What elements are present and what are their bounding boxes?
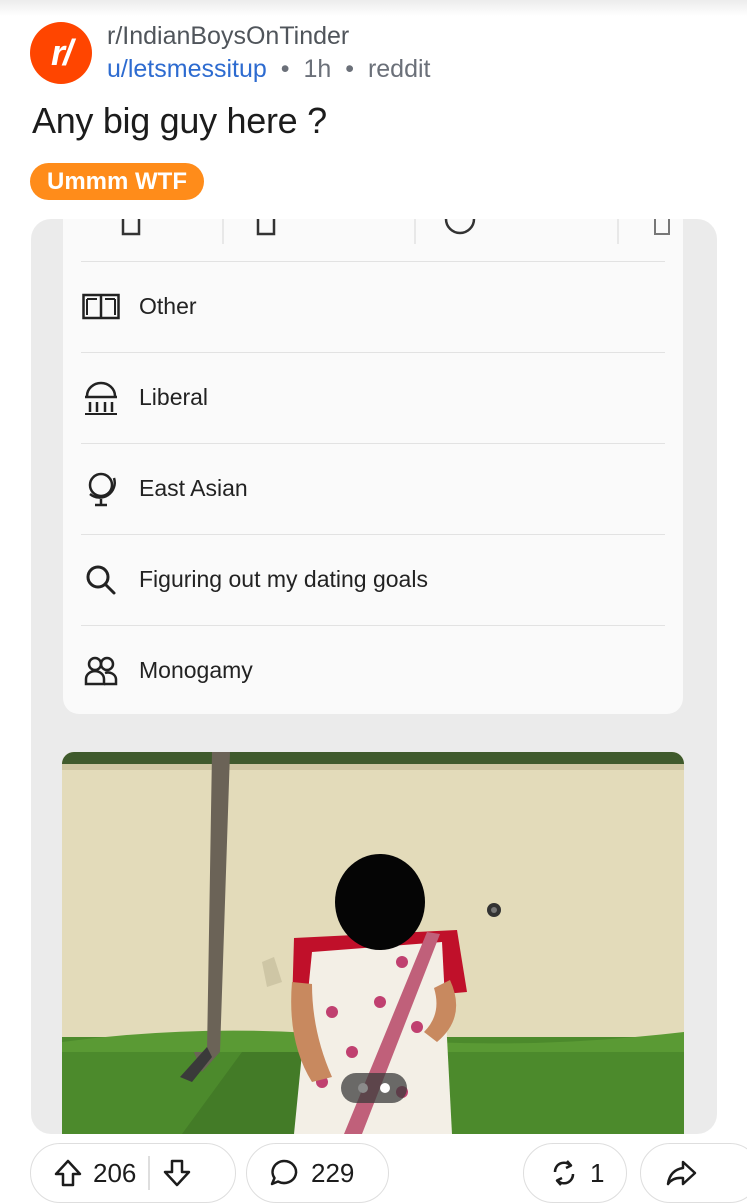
media-card[interactable]: Other Liberal East Asian Figuring out my…	[31, 219, 717, 1134]
repost-button[interactable]: 1	[523, 1143, 627, 1203]
profile-row-label: East Asian	[139, 475, 248, 501]
book-icon	[81, 287, 121, 327]
profile-row-label: Figuring out my dating goals	[139, 566, 428, 592]
share-arrow-icon	[665, 1158, 697, 1188]
government-building-icon	[81, 378, 121, 418]
carousel-dot-2[interactable]	[380, 1083, 390, 1093]
comments-button[interactable]: 229	[246, 1143, 389, 1203]
comment-count: 229	[311, 1157, 355, 1188]
search-icon	[81, 560, 121, 600]
post-meta: u/letsmessitup • 1h • reddit	[107, 55, 431, 84]
people-icon	[81, 651, 121, 691]
repost-count: 1	[590, 1157, 605, 1188]
comment-bubble-icon	[269, 1158, 299, 1188]
profile-row-label: Other	[139, 293, 197, 319]
repost-icon	[550, 1158, 578, 1188]
upvote-icon[interactable]	[53, 1158, 83, 1188]
post-age: 1h	[303, 55, 332, 83]
subreddit-name[interactable]: r/IndianBoysOnTinder	[107, 22, 349, 51]
profile-row-label: Monogamy	[139, 657, 253, 683]
vote-bar: 206	[30, 1143, 236, 1203]
profile-row: Other	[81, 261, 665, 351]
vote-divider	[148, 1156, 150, 1190]
carousel-dot-1[interactable]	[358, 1083, 368, 1093]
tinder-profile-screenshot: Other Liberal East Asian Figuring out my…	[63, 219, 683, 714]
meta-separator: •	[345, 55, 354, 83]
profile-row-label: Liberal	[139, 384, 209, 410]
cut-off-icon-row	[121, 219, 670, 244]
top-shadow	[0, 0, 747, 16]
meta-separator: •	[280, 55, 290, 83]
share-button[interactable]	[640, 1143, 747, 1203]
post-title[interactable]: Any big guy here ?	[32, 100, 327, 142]
profile-row: East Asian	[81, 443, 665, 533]
upvote-count: 206	[93, 1157, 137, 1188]
globe-icon	[81, 469, 121, 509]
post-source: reddit	[367, 55, 431, 83]
profile-row: Monogamy	[81, 625, 665, 715]
carousel-indicator[interactable]	[341, 1073, 407, 1103]
profile-row: Liberal	[81, 352, 665, 442]
post-flair[interactable]: Ummm WTF	[30, 163, 204, 200]
author-link[interactable]: u/letsmessitup	[107, 55, 267, 83]
subreddit-avatar-glyph: r/	[50, 32, 73, 73]
profile-row: Figuring out my dating goals	[81, 534, 665, 624]
subreddit-avatar[interactable]: r/	[30, 22, 92, 84]
downvote-icon[interactable]	[162, 1158, 192, 1188]
